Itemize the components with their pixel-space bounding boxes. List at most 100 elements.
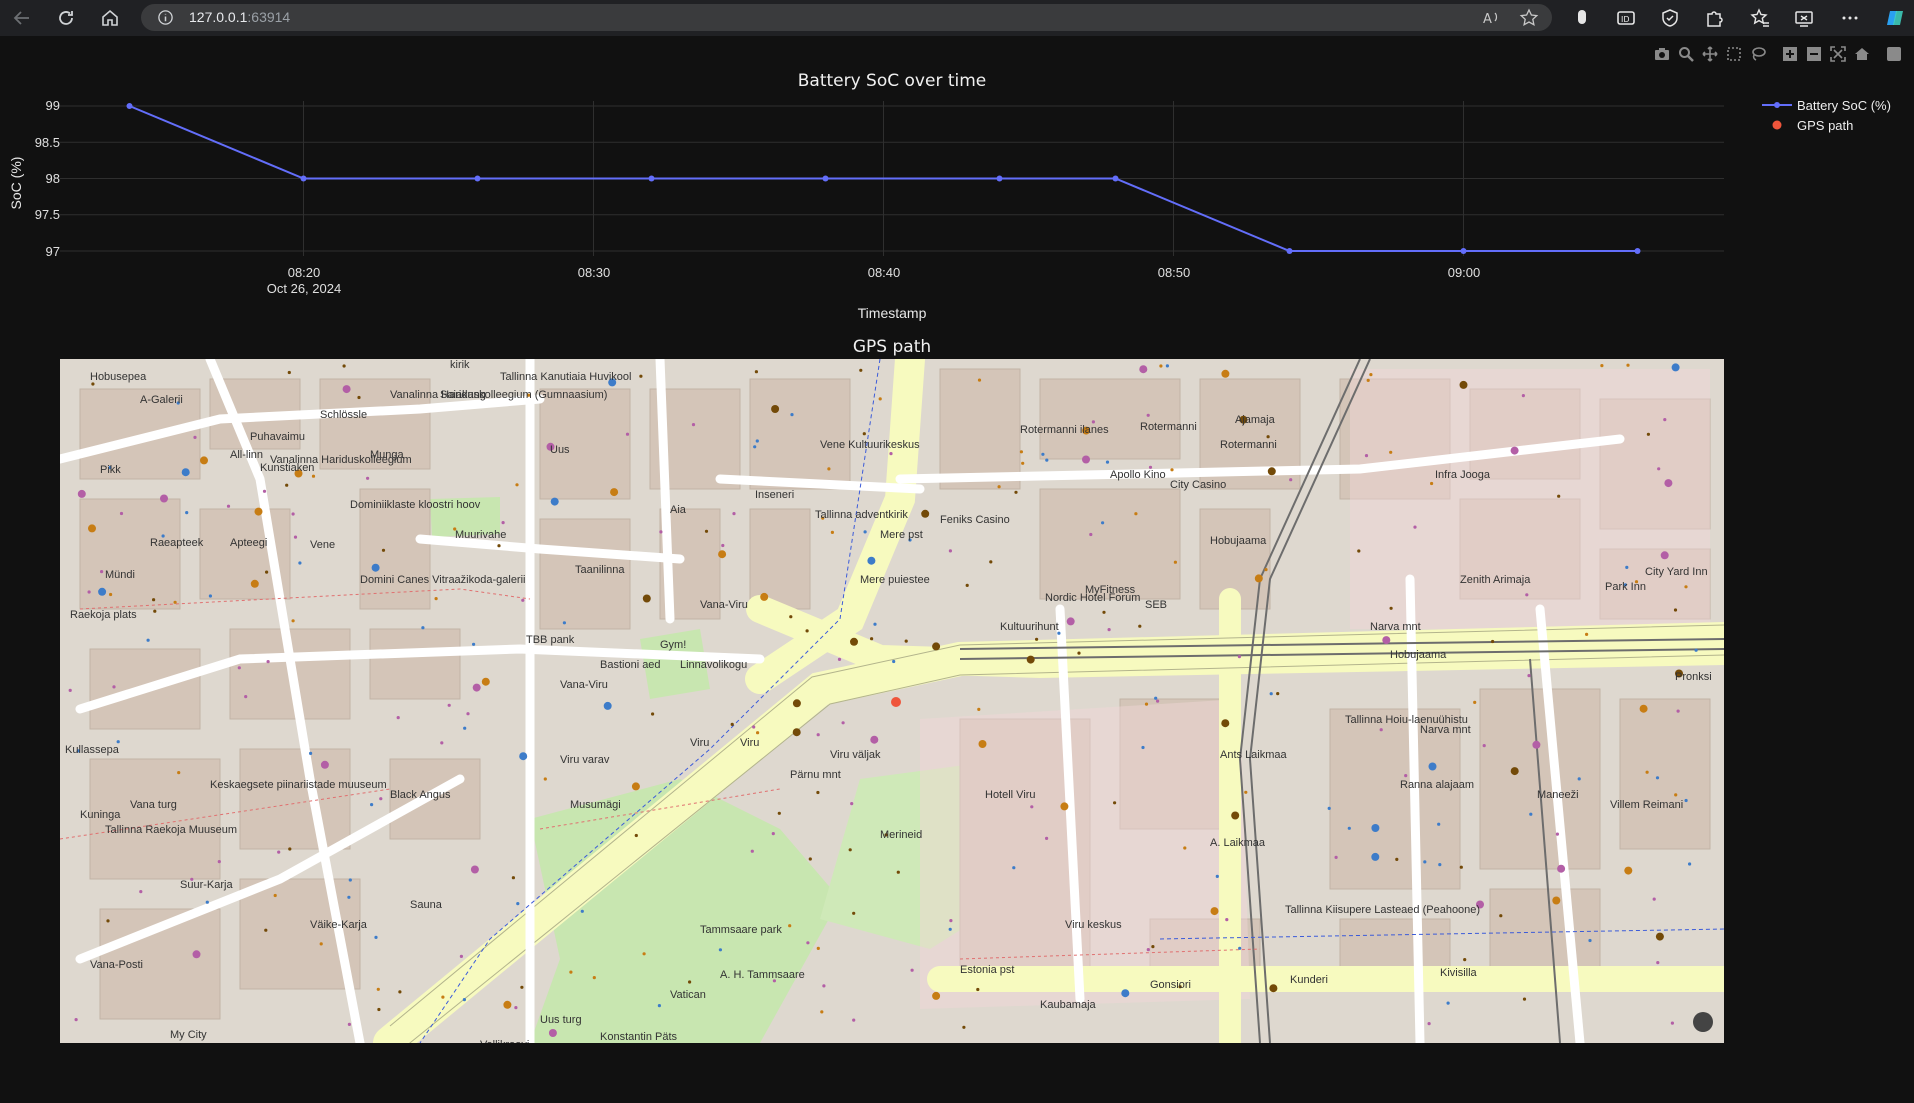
poi-marker [718, 948, 723, 952]
poi-marker [1366, 378, 1370, 382]
poi-marker [1082, 455, 1090, 464]
poi-marker [1021, 461, 1025, 465]
info-icon[interactable] [157, 9, 174, 26]
poi-marker [1134, 512, 1138, 516]
poi-marker [1146, 413, 1150, 417]
poi-marker [1012, 866, 1016, 870]
map-attribution-icon[interactable] [1693, 1012, 1713, 1032]
poi-marker [1159, 364, 1163, 368]
poi-marker [792, 728, 801, 737]
extension-icon[interactable] [1571, 7, 1593, 29]
map-label: Apteegi [230, 537, 268, 549]
map-label: Zenith Arimaja [1460, 574, 1531, 586]
poi-marker [160, 494, 168, 503]
legend-item-soc[interactable]: Battery SoC (%) [1760, 96, 1910, 116]
poi-marker [976, 987, 980, 992]
map-label: Uus turg [540, 1014, 582, 1026]
map-label: Puhavaimu [250, 431, 306, 443]
poi-marker [691, 423, 696, 427]
poi-marker [1156, 699, 1160, 703]
data-point[interactable] [300, 175, 307, 182]
poi-marker [639, 374, 643, 378]
poi-marker [342, 364, 346, 368]
poi-marker [1357, 549, 1361, 553]
map-label: Vallikraavi [480, 1039, 529, 1043]
poi-marker [1364, 454, 1369, 458]
poi-marker [777, 811, 781, 815]
copilot-icon[interactable] [1884, 7, 1906, 29]
poi-marker [977, 378, 982, 382]
immersive-reader-icon[interactable]: ID [1615, 7, 1637, 29]
poi-marker [254, 507, 263, 516]
map-label: Suur-Karja [180, 879, 233, 891]
poi-marker [830, 530, 835, 534]
map-label: Tallinna Kanutiaia Huvikool [500, 371, 632, 383]
map-label: Taanilinna [575, 564, 625, 576]
read-aloud-icon[interactable]: A [1480, 7, 1502, 29]
collections-icon[interactable] [1793, 7, 1815, 29]
poi-marker [88, 524, 96, 533]
puzzle-icon[interactable] [1703, 7, 1725, 29]
poi-marker [1382, 636, 1391, 645]
address-bar[interactable]: 127.0.0.1:63914 A [141, 4, 1552, 31]
poi-marker [1066, 617, 1075, 626]
poi-marker [421, 626, 425, 630]
favorites-icon[interactable] [1749, 7, 1771, 29]
data-point[interactable] [1112, 175, 1119, 182]
reload-icon[interactable] [54, 6, 78, 30]
data-point[interactable] [474, 175, 481, 182]
map-label: Domini Canes Vitraažikoda-galerii [360, 574, 526, 586]
map-label: Väike-Karja [310, 919, 367, 931]
x-tick-date: Oct 26, 2024 [266, 281, 342, 296]
poi-marker [1522, 997, 1527, 1001]
poi-marker [462, 998, 466, 1002]
poi-marker [756, 731, 760, 735]
url-host: 127.0.0.1 [189, 9, 248, 25]
data-point[interactable] [1460, 248, 1467, 254]
poi-marker [1141, 745, 1145, 750]
poi-marker [1529, 812, 1533, 816]
poi-marker [889, 452, 893, 456]
commercial-zone [1350, 369, 1710, 629]
poi-marker [348, 878, 352, 882]
poi-marker [755, 439, 759, 443]
poi-marker [657, 1004, 662, 1008]
back-icon[interactable] [10, 6, 34, 30]
map-label: Gonsiori [1150, 979, 1191, 991]
gps-map[interactable]: Hobusepea A-Galerii Schlössle Puhavaimu All-… [60, 359, 1724, 1043]
map-label: Hobujaama [1210, 535, 1267, 547]
poi-marker [244, 695, 248, 699]
data-point[interactable] [996, 175, 1003, 182]
star-icon[interactable] [1518, 7, 1540, 29]
poi-marker [1389, 606, 1393, 610]
poi-marker [1347, 826, 1351, 830]
poi-marker [1144, 702, 1149, 706]
more-icon[interactable] [1839, 7, 1861, 29]
legend-item-gps[interactable]: GPS path [1760, 116, 1910, 136]
data-point[interactable] [822, 175, 829, 182]
data-point[interactable] [1286, 248, 1293, 254]
map-label: Ranna alajaam [1400, 779, 1474, 791]
poi-marker [291, 512, 295, 516]
poi-marker [859, 368, 863, 372]
poi-marker [200, 456, 208, 465]
poi-marker [1105, 460, 1110, 464]
poi-marker [1173, 560, 1177, 564]
home-icon[interactable] [98, 6, 122, 30]
map-label: Vana-Posti [90, 959, 143, 971]
y-tick-label: 99 [45, 98, 60, 113]
poi-marker [873, 622, 877, 626]
poi-marker [704, 529, 709, 533]
data-point[interactable] [126, 103, 133, 109]
poi-marker [1215, 874, 1219, 879]
poi-marker [1459, 865, 1463, 869]
shield-icon[interactable] [1659, 7, 1681, 29]
gps-path-marker[interactable] [891, 697, 901, 707]
poi-marker [1663, 418, 1667, 422]
svg-text:A: A [1483, 12, 1492, 27]
poi-marker [173, 600, 177, 604]
poi-marker [1624, 866, 1633, 875]
map-label: Vana-Viru [560, 679, 608, 691]
data-point[interactable] [648, 175, 655, 182]
data-point[interactable] [1634, 248, 1641, 254]
